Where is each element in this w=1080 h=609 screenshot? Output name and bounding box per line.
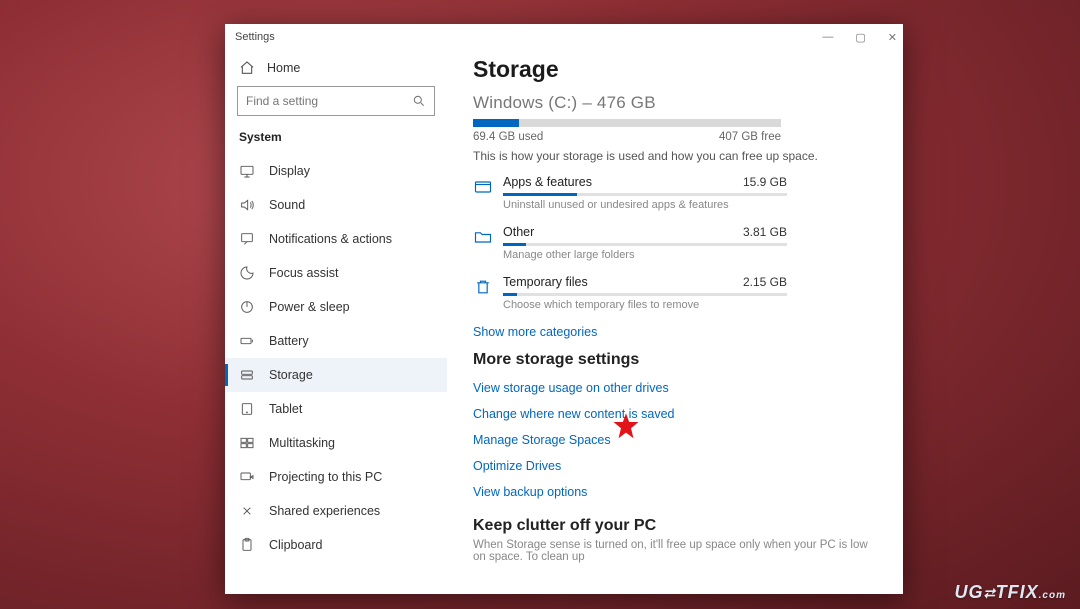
focus-assist-icon — [239, 265, 255, 281]
sidebar-item-clipboard[interactable]: Clipboard — [225, 528, 447, 562]
sidebar-item-label: Display — [269, 164, 310, 178]
category-size: 2.15 GB — [743, 275, 787, 289]
projecting-icon — [239, 469, 255, 485]
sidebar-item-tablet[interactable]: Tablet — [225, 392, 447, 426]
sidebar-item-shared-exp[interactable]: Shared experiences — [225, 494, 447, 528]
home-nav[interactable]: Home — [225, 54, 447, 86]
search-icon — [412, 94, 426, 108]
window-controls: — ▢ ✕ — [822, 31, 897, 44]
storage-page: Storage Windows (C:) – 476 GB 69.4 GB us… — [447, 50, 903, 594]
sidebar-item-projecting[interactable]: Projecting to this PC — [225, 460, 447, 494]
folder-icon — [473, 227, 493, 247]
category-name: Other — [503, 225, 534, 239]
drive-free-label: 407 GB free — [719, 131, 781, 143]
category-bar — [503, 293, 787, 296]
notifications-icon — [239, 231, 255, 247]
category-bar — [503, 193, 787, 196]
storage-category-apps[interactable]: Apps & features 15.9 GB Uninstall unused … — [473, 175, 787, 211]
clipboard-icon — [239, 537, 255, 553]
sidebar-item-focus-assist[interactable]: Focus assist — [225, 256, 447, 290]
category-bar — [503, 243, 787, 246]
watermark-text: UG⮂TFIX.com — [954, 582, 1066, 603]
search-input[interactable] — [237, 86, 435, 116]
multitasking-icon — [239, 435, 255, 451]
sidebar-item-sound[interactable]: Sound — [225, 188, 447, 222]
category-subtext: Choose which temporary files to remove — [503, 299, 787, 311]
sound-icon — [239, 197, 255, 213]
category-subtext: Uninstall unused or undesired apps & fea… — [503, 199, 787, 211]
more-storage-header: More storage settings — [473, 351, 877, 369]
drive-header: Windows (C:) – 476 GB — [473, 93, 877, 113]
power-icon — [239, 299, 255, 315]
close-button[interactable]: ✕ — [888, 31, 897, 44]
category-size: 3.81 GB — [743, 225, 787, 239]
link-change-content[interactable]: Change where new content is saved — [473, 407, 877, 421]
display-icon — [239, 163, 255, 179]
link-other-drives[interactable]: View storage usage on other drives — [473, 381, 877, 395]
category-size: 15.9 GB — [743, 175, 787, 189]
settings-window: Settings — ▢ ✕ Home System — [225, 24, 903, 594]
drive-usage-labels: 69.4 GB used 407 GB free — [473, 131, 781, 143]
link-backup-options[interactable]: View backup options — [473, 485, 877, 499]
tablet-icon — [239, 401, 255, 417]
minimize-button[interactable]: — — [822, 31, 833, 44]
drive-usage-fill — [473, 119, 519, 127]
trash-icon — [473, 277, 493, 297]
storage-description: This is how your storage is used and how… — [473, 149, 877, 163]
home-label: Home — [267, 61, 300, 75]
window-title: Settings — [235, 31, 275, 43]
sidebar-item-label: Power & sleep — [269, 300, 350, 314]
sidebar-item-notifications[interactable]: Notifications & actions — [225, 222, 447, 256]
link-optimize-drives[interactable]: Optimize Drives — [473, 459, 877, 473]
battery-icon — [239, 333, 255, 349]
sidebar-item-label: Focus assist — [269, 266, 338, 280]
sidebar-item-storage[interactable]: Storage — [225, 358, 447, 392]
sidebar-item-label: Sound — [269, 198, 305, 212]
sidebar-item-label: Tablet — [269, 402, 302, 416]
category-name: Temporary files — [503, 275, 588, 289]
sidebar-item-label: Storage — [269, 368, 313, 382]
keep-clutter-text: When Storage sense is turned on, it'll f… — [473, 539, 877, 563]
sidebar-item-label: Shared experiences — [269, 504, 380, 518]
drive-usage-bar — [473, 119, 781, 127]
sidebar-item-battery[interactable]: Battery — [225, 324, 447, 358]
sidebar-item-label: Multitasking — [269, 436, 335, 450]
sidebar-item-power-sleep[interactable]: Power & sleep — [225, 290, 447, 324]
sidebar-item-multitasking[interactable]: Multitasking — [225, 426, 447, 460]
storage-category-other[interactable]: Other 3.81 GB Manage other large folders — [473, 225, 787, 261]
sidebar-nav: Display Sound Notifications & actions Fo… — [225, 154, 447, 562]
link-storage-spaces[interactable]: Manage Storage Spaces — [473, 433, 877, 447]
storage-icon — [239, 367, 255, 383]
sidebar-item-label: Battery — [269, 334, 309, 348]
sidebar-item-label: Clipboard — [269, 538, 323, 552]
shared-exp-icon — [239, 503, 255, 519]
sidebar-item-label: Notifications & actions — [269, 232, 392, 246]
storage-category-temp[interactable]: Temporary files 2.15 GB Choose which temp… — [473, 275, 787, 311]
titlebar: Settings — ▢ ✕ — [225, 24, 903, 50]
category-subtext: Manage other large folders — [503, 249, 787, 261]
settings-sidebar: Home System Display Sound — [225, 50, 447, 594]
home-icon — [239, 60, 255, 76]
apps-icon — [473, 177, 493, 197]
sidebar-item-display[interactable]: Display — [225, 154, 447, 188]
keep-clutter-header: Keep clutter off your PC — [473, 517, 877, 535]
search-field[interactable] — [246, 94, 412, 108]
category-name: Apps & features — [503, 175, 592, 189]
sidebar-item-label: Projecting to this PC — [269, 470, 382, 484]
drive-used-label: 69.4 GB used — [473, 131, 543, 143]
page-title: Storage — [473, 56, 877, 83]
maximize-button[interactable]: ▢ — [855, 31, 865, 44]
sidebar-category-label: System — [225, 130, 447, 154]
show-more-categories-link[interactable]: Show more categories — [473, 325, 877, 339]
